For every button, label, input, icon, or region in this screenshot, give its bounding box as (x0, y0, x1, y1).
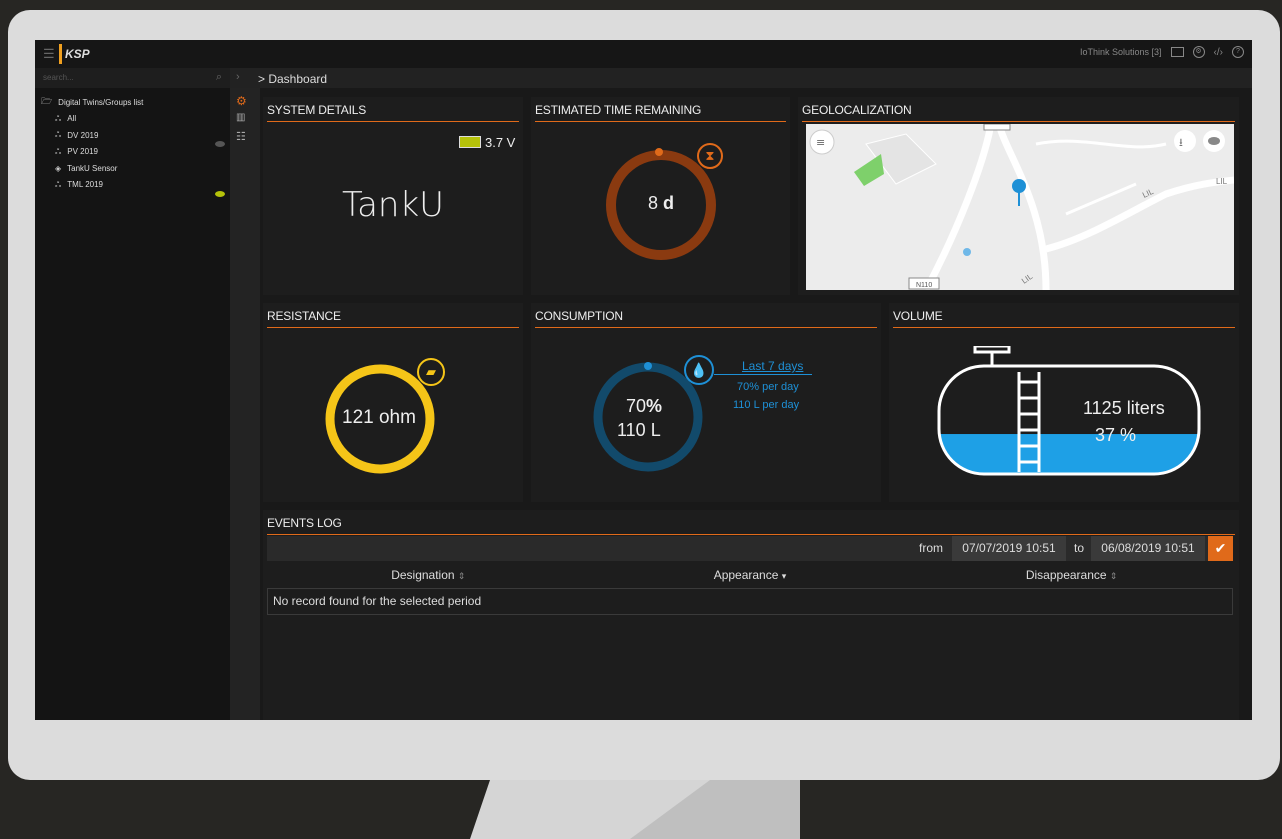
logo-text: KSP (65, 47, 90, 61)
group-icon: ஃ (55, 130, 62, 140)
drop-icon: 💧 (684, 355, 714, 385)
events-table: Designation ⇕ Appearance ▾ Disappearance… (267, 563, 1233, 615)
settings-icon[interactable]: ⚙ (1192, 46, 1205, 58)
panel-title: GEOLOCALIZATION (802, 103, 1235, 122)
from-date-input[interactable]: 07/07/2019 10:51 (952, 536, 1066, 561)
panel-title: EVENTS LOG (267, 516, 1235, 535)
search-icon[interactable]: ⌕ (216, 71, 222, 84)
breadcrumb-bar: › > Dashboard (230, 68, 1252, 88)
battery-voltage: 3.7 V (485, 135, 516, 150)
panel-title: RESISTANCE (267, 309, 519, 328)
org-label[interactable]: IoThink Solutions [3] (1080, 47, 1162, 57)
consumption-liters: 110 L (617, 420, 661, 440)
column-appearance[interactable]: Appearance ▾ (589, 563, 911, 588)
device-icon: ◈ (55, 163, 62, 173)
time-value: 8 d (647, 193, 675, 213)
chart-icon[interactable]: ▥ (236, 112, 245, 123)
sidebar-item-label: TML 2019 (67, 180, 104, 190)
tree-root[interactable]: 🗁 Digital Twins/Groups list (41, 94, 143, 111)
tank-level-fill (939, 434, 1199, 474)
sidebar-item-label: TankU Sensor (67, 163, 118, 173)
group-icon: ஃ (55, 179, 62, 189)
sidebar-item-label: PV 2019 (67, 147, 98, 157)
sidebar-item-tml2019[interactable]: ஃ TML 2019 (41, 177, 143, 194)
menu-icon[interactable]: ☰ (43, 46, 55, 62)
sliders-icon[interactable]: ☷ (236, 130, 246, 143)
panel-volume: VOLUME 1125 liters 37 % (889, 303, 1239, 502)
volume-liters: 1125 liters (1083, 398, 1165, 418)
breadcrumb[interactable]: > Dashboard (258, 72, 327, 86)
help-icon[interactable]: ? (1232, 46, 1244, 58)
device-name: TankU (341, 185, 445, 225)
eye-icon[interactable] (215, 141, 225, 147)
from-label: from (919, 541, 943, 555)
sidebar-item-pv2019[interactable]: ஃ PV 2019 (41, 144, 143, 161)
sort-down-icon: ▾ (781, 571, 787, 582)
panel-system-details: SYSTEM DETAILS 3.7 V TankU (263, 97, 523, 295)
per-day-percent: 70% per day (737, 381, 799, 393)
to-label: to (1074, 541, 1085, 555)
panel-resistance: RESISTANCE 121 ohm ▰ (263, 303, 523, 502)
monitor-icon[interactable] (1170, 47, 1184, 57)
eye-active-icon[interactable] (215, 191, 225, 197)
resistance-value: 121 ohm (342, 407, 416, 428)
column-designation[interactable]: Designation ⇕ (268, 563, 590, 588)
period-link[interactable]: Last 7 days (742, 359, 803, 373)
sidebar-item-tanku-sensor[interactable]: ◈ TankU Sensor (41, 160, 143, 177)
search-bar[interactable]: search... ⌕ (35, 68, 230, 88)
tree-root-label: Digital Twins/Groups list (58, 97, 144, 107)
sidebar: search... ⌕ 🗁 Digital Twins/Groups list … (35, 68, 230, 720)
dashboard-icon-column: ⚙ ▥ ☷ (230, 88, 260, 720)
monitor-stand (470, 780, 800, 839)
panel-consumption: CONSUMPTION 70% 110 L 💧 Last 7 days 70% … (531, 303, 881, 502)
sidebar-item-label: DV 2019 (67, 130, 99, 140)
sort-icon: ⇕ (1109, 571, 1118, 582)
panel-title: ESTIMATED TIME REMAINING (535, 103, 786, 122)
battery-icon (459, 136, 481, 148)
sidebar-item-label: All (67, 114, 77, 124)
panel-title: VOLUME (893, 309, 1235, 328)
ruler-icon: ▰ (417, 358, 445, 386)
panel-title: CONSUMPTION (535, 309, 877, 328)
road-label-n110: N110 (916, 282, 932, 289)
period-underline (714, 374, 812, 375)
svg-text:≡: ≡ (816, 136, 825, 149)
to-date-input[interactable]: 06/08/2019 10:51 (1091, 536, 1205, 561)
folder-icon: 🗁 (41, 96, 53, 107)
group-icon: ஃ (55, 113, 62, 123)
dashboard-gear-icon[interactable]: ⚙ (236, 94, 247, 108)
map[interactable]: N110 LIL LIL LIL ≡ ⭳ (806, 124, 1234, 290)
groups-tree: 🗁 Digital Twins/Groups list ஃ All ஃ DV 201… (41, 94, 143, 193)
sidebar-item-dv2019[interactable]: ஃ DV 2019 (41, 127, 143, 144)
sort-icon: ⇕ (457, 571, 466, 582)
column-disappearance[interactable]: Disappearance ⇕ (911, 563, 1233, 588)
chevron-right-icon[interactable]: › (236, 71, 240, 83)
top-bar: ☰ KSP IoThink Solutions [3] ⚙ ‹/› ? (35, 40, 1252, 68)
consumption-percent: 70% (626, 396, 663, 416)
search-input[interactable]: search... (43, 73, 74, 82)
volume-percent: 37 % (1095, 425, 1137, 445)
group-icon: ஃ (55, 146, 62, 156)
panel-time-remaining: ESTIMATED TIME REMAINING 8 d ⧗ (531, 97, 790, 295)
events-filter-bar: from 07/07/2019 10:51 to 06/08/2019 10:5… (267, 536, 1233, 561)
per-day-liters: 110 L per day (733, 399, 800, 411)
svg-text:⭳: ⭳ (1179, 136, 1183, 149)
panel-title: SYSTEM DETAILS (267, 103, 519, 122)
apply-check-button[interactable]: ✔ (1208, 536, 1233, 561)
hourglass-icon: ⧗ (697, 143, 723, 169)
sidebar-item-all[interactable]: ஃ All (41, 111, 143, 128)
code-icon[interactable]: ‹/› (1214, 47, 1223, 58)
empty-message: No record found for the selected period (267, 587, 1233, 615)
road-label-lil: LIL (1216, 177, 1228, 186)
